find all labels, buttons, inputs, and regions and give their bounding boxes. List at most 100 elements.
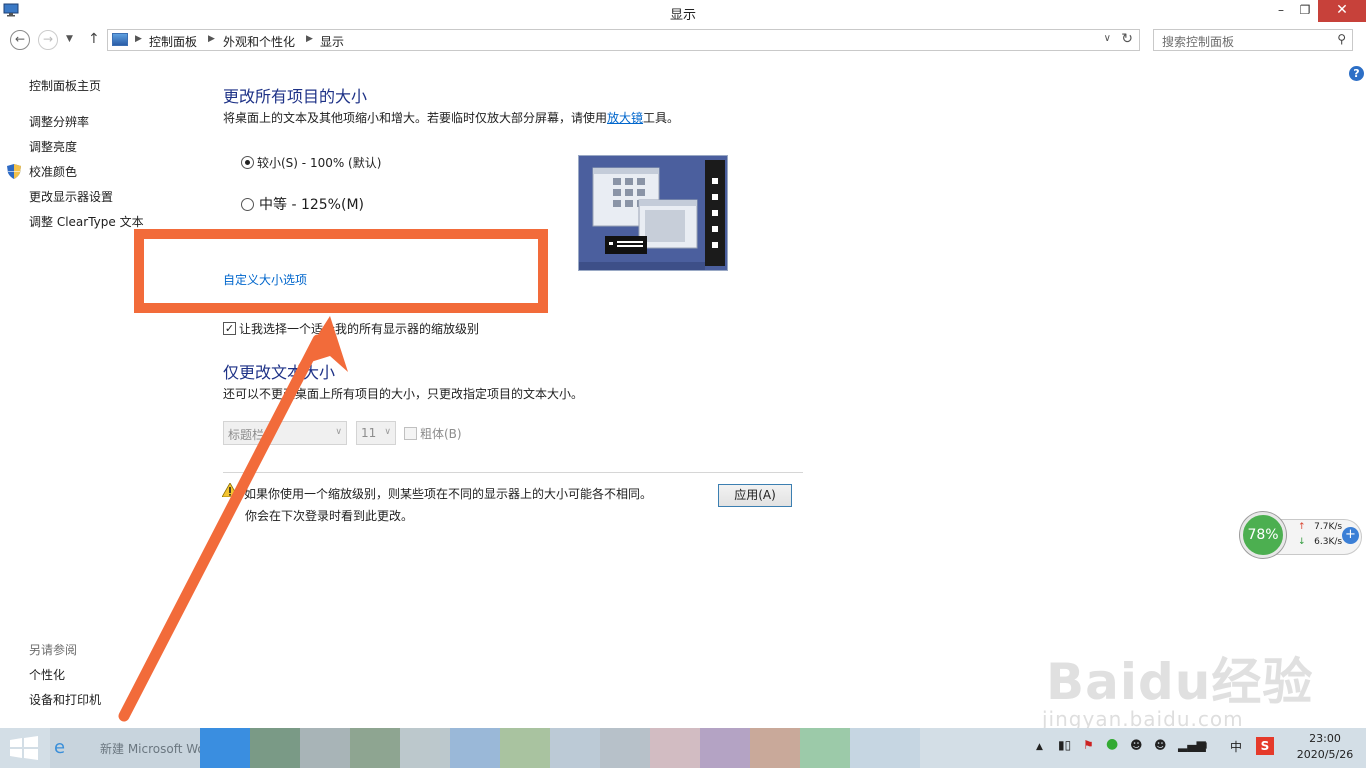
address-dropdown-icon[interactable]: ∨: [1104, 33, 1111, 44]
text-size-title: 仅更改文本大小: [223, 363, 336, 382]
sidebar-item-devices-printers[interactable]: 设备和打印机: [29, 691, 101, 708]
taskbar: e 新建 Microsoft Word ▲ ▮▯ ⚑ ● ☻ ☻ ▂▄▆ 🔈︎ …: [0, 728, 1366, 768]
scaling-preview-image: [578, 155, 728, 271]
volume-icon[interactable]: 🔈︎: [1203, 738, 1210, 753]
clock-time: 23:00: [1309, 732, 1341, 745]
sidebar-item-personalization[interactable]: 个性化: [29, 666, 65, 683]
download-speed: ↓ 6.3K/s: [1298, 537, 1343, 547]
sidebar-item-display-settings[interactable]: 更改显示器设置: [29, 188, 113, 205]
shield-icon: [7, 164, 21, 179]
memory-gauge[interactable]: 78%: [1240, 512, 1286, 558]
browser-icon: e: [54, 737, 66, 758]
taskbar-app[interactable]: [450, 728, 500, 768]
radio-smaller[interactable]: [241, 156, 254, 169]
search-input[interactable]: 搜索控制面板 ⚲: [1153, 29, 1353, 51]
chevron-right-icon[interactable]: ▶: [208, 34, 215, 44]
breadcrumb-display[interactable]: 显示: [320, 33, 344, 50]
control-panel-icon: [112, 33, 128, 46]
description-text: 将桌面上的文本及其他项缩小和增大。若要临时仅放大部分屏幕，请使用: [223, 111, 608, 125]
expand-button[interactable]: +: [1342, 527, 1359, 544]
magnifier-link[interactable]: 放大镜: [607, 111, 643, 125]
taskbar-app[interactable]: [200, 728, 250, 768]
clock[interactable]: 23:00 2020/5/26: [1290, 731, 1360, 763]
apply-button[interactable]: 应用(A): [718, 484, 792, 507]
ime-indicator[interactable]: 中: [1230, 738, 1242, 755]
watermark-logo: Baidu经验: [1046, 653, 1314, 711]
warning-text-2: 你会在下次登录时看到此更改。: [245, 509, 414, 523]
taskbar-app[interactable]: [300, 728, 350, 768]
scale-level-label[interactable]: 让我选择一个适合我的所有显示器的缩放级别: [239, 320, 479, 337]
flag-icon[interactable]: ⚑: [1083, 738, 1094, 752]
security-icon[interactable]: ●: [1106, 736, 1118, 752]
navigation-bar: ← → ▼ ↑ ▶ 控制面板 ▶ 外观和个性化 ▶ 显示 ∨ ↻ 搜索控制面板 …: [0, 27, 1366, 55]
radio-medium[interactable]: [241, 198, 254, 211]
minimize-button[interactable]: –: [1268, 0, 1294, 22]
warning-text: 如果你使用一个缩放级别，则某些项在不同的显示器上的大小可能各不相同。: [244, 487, 653, 501]
text-size-select[interactable]: 11 ∨: [356, 421, 396, 445]
help-icon[interactable]: ?: [1349, 66, 1364, 81]
breadcrumb-control-panel[interactable]: 控制面板: [149, 33, 197, 50]
recent-locations-dropdown[interactable]: ▼: [66, 34, 73, 44]
upload-speed-value: 7.7K/s: [1314, 522, 1343, 532]
radio-medium-label[interactable]: 中等 - 125%(M): [259, 194, 364, 214]
qq-icon[interactable]: ☻: [1130, 738, 1143, 752]
radio-smaller-label[interactable]: 较小(S) - 100% (默认): [257, 154, 381, 171]
chevron-right-icon[interactable]: ▶: [306, 34, 313, 44]
sidebar-item-brightness[interactable]: 调整亮度: [29, 138, 77, 155]
network-monitor-widget[interactable]: 78% ↑ 7.7K/s ↓ 6.3K/s +: [1240, 512, 1364, 558]
divider: [223, 472, 803, 473]
chevron-down-icon: ∨: [384, 427, 391, 437]
windows-start-icon[interactable]: [8, 736, 40, 760]
download-speed-value: 6.3K/s: [1314, 537, 1343, 547]
taskbar-app[interactable]: [750, 728, 800, 768]
maximize-button[interactable]: ❐: [1292, 0, 1318, 22]
text-size-description: 还可以不更改桌面上所有项目的大小，只更改指定项目的文本大小。: [223, 387, 584, 401]
taskbar-app[interactable]: [550, 728, 600, 768]
scale-level-checkbox[interactable]: ✓: [223, 322, 236, 335]
back-button[interactable]: ←: [10, 30, 30, 50]
chevron-right-icon[interactable]: ▶: [135, 34, 142, 44]
show-hidden-icons[interactable]: ▲: [1036, 742, 1043, 752]
sidebar-item-cleartype[interactable]: 调整 ClearType 文本: [29, 213, 144, 230]
search-icon[interactable]: ⚲: [1337, 32, 1346, 46]
network-icon[interactable]: ▂▄▆: [1178, 738, 1206, 752]
text-item-value: 标题栏: [228, 428, 265, 442]
taskbar-app[interactable]: [500, 728, 550, 768]
description-tail: 工具。: [643, 111, 680, 125]
device-icon[interactable]: ▮▯: [1058, 738, 1071, 752]
bold-label: 粗体(B): [420, 427, 462, 441]
taskbar-app[interactable]: [400, 728, 450, 768]
window-title: 显示: [669, 8, 696, 23]
annotation-highlight-box: [134, 229, 548, 313]
text-size-value: 11: [361, 426, 377, 440]
close-button[interactable]: ✕: [1318, 0, 1366, 22]
taskbar-app[interactable]: [600, 728, 650, 768]
upload-speed: ↑ 7.7K/s: [1298, 522, 1343, 532]
sidebar-item-calibrate[interactable]: 校准颜色: [29, 163, 77, 180]
taskbar-app[interactable]: [350, 728, 400, 768]
search-placeholder: 搜索控制面板: [1162, 35, 1235, 49]
sidebar-home[interactable]: 控制面板主页: [29, 77, 101, 94]
bold-checkbox[interactable]: [404, 427, 417, 440]
page-description: 将桌面上的文本及其他项缩小和增大。若要临时仅放大部分屏幕，请使用放大镜工具。: [223, 109, 679, 126]
address-bar[interactable]: ▶ 控制面板 ▶ 外观和个性化 ▶ 显示 ∨ ↻: [107, 29, 1140, 51]
up-button[interactable]: ↑: [88, 31, 100, 47]
refresh-icon[interactable]: ↻: [1121, 31, 1133, 47]
forward-button[interactable]: →: [38, 30, 58, 50]
taskbar-app[interactable]: [850, 728, 920, 768]
clock-date: 2020/5/26: [1296, 748, 1354, 761]
sidebar-item-resolution[interactable]: 调整分辨率: [29, 113, 89, 130]
sogou-ime-icon[interactable]: S: [1256, 737, 1274, 755]
page-title: 更改所有项目的大小: [223, 87, 368, 106]
breadcrumb-appearance[interactable]: 外观和个性化: [223, 33, 295, 50]
chevron-down-icon: ∨: [335, 427, 342, 437]
taskbar-app[interactable]: [700, 728, 750, 768]
taskbar-app[interactable]: [650, 728, 700, 768]
qq-icon[interactable]: ☻: [1154, 738, 1167, 752]
warning-icon: [222, 483, 238, 497]
taskbar-app[interactable]: [800, 728, 850, 768]
title-bar: 显示 – ❐ ✕: [0, 0, 1366, 24]
taskbar-app[interactable]: [250, 728, 300, 768]
text-item-select[interactable]: 标题栏 ∨: [223, 421, 347, 445]
see-also-heading: 另请参阅: [29, 643, 78, 657]
